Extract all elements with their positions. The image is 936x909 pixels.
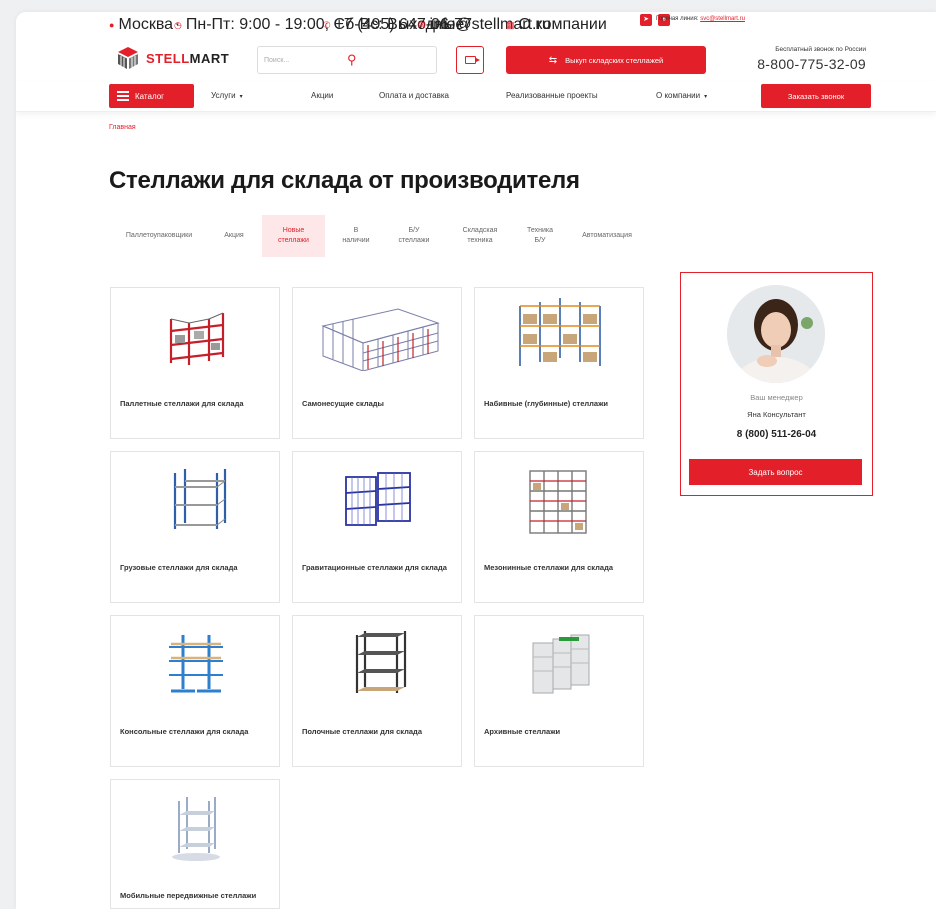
logo-icon [118, 47, 138, 69]
product-card[interactable]: Мобильные передвижные стеллажи [110, 779, 280, 909]
product-card[interactable]: Грузовые стеллажи для склада [110, 451, 280, 603]
topbar-about-text: О компании [518, 16, 607, 33]
order-call-button[interactable]: Заказать звонок [761, 84, 871, 108]
product-card[interactable]: Мезонинные стеллажи для склада [474, 451, 644, 603]
nav-item-promotions[interactable]: Акции [311, 91, 333, 100]
chevron-down-icon: ▾ [704, 94, 708, 100]
product-title: Мезонинные стеллажи для склада [484, 563, 613, 572]
hotline-label: Горячая линия: [656, 16, 699, 22]
product-title: Самонесущие склады [302, 399, 384, 408]
catalog-label: Каталог [135, 91, 165, 101]
manager-name: Яна Консультант [747, 410, 806, 419]
logo[interactable]: STELLMART [116, 46, 229, 70]
gravity-rack-icon [303, 460, 453, 540]
product-title: Гравитационные стеллажи для склада [302, 563, 447, 572]
tab-promo[interactable]: Акция [211, 215, 257, 257]
product-card[interactable]: Набивные (глубинные) стеллажи [474, 287, 644, 439]
tab-automation[interactable]: Автоматизация [567, 215, 647, 257]
manager-role: Ваш менеджер [750, 393, 803, 402]
cargo-rack-icon [121, 460, 271, 540]
product-card[interactable]: Консольные стеллажи для склада [110, 615, 280, 767]
tab-used-equipment[interactable]: Техника Б/У [517, 215, 563, 257]
nav-item-payment-delivery[interactable]: Оплата и доставка [379, 91, 449, 100]
tab-in-stock[interactable]: В наличии [331, 215, 381, 257]
mail-icon: ✉ [418, 19, 426, 30]
ask-question-button[interactable]: Задать вопрос [689, 459, 862, 485]
breadcrumb[interactable]: Главная [109, 124, 136, 131]
manager-card: Ваш менеджер Яна Консультант 8 (800) 511… [680, 272, 873, 496]
cantilever-rack-icon [121, 624, 271, 704]
product-title: Набивные (глубинные) стеллажи [484, 399, 609, 408]
free-call-block: Бесплатный звонок по России 8-800-775-32… [736, 46, 866, 72]
building-icon: ▦ [506, 19, 515, 30]
chevron-down-icon: ▾ [239, 94, 243, 100]
city-selector[interactable]: ● Москва ▾ [109, 16, 179, 34]
hamburger-icon [117, 89, 129, 104]
camera-icon [464, 56, 480, 64]
mezzanine-rack-icon [485, 460, 635, 540]
search-placeholder: Поиск... [264, 56, 290, 64]
search-icon[interactable]: ⚲ [347, 52, 430, 68]
nav-item-services[interactable]: Услуги ▾ [211, 91, 243, 100]
free-call-label: Бесплатный звонок по России [775, 46, 866, 53]
archive-rack-icon [485, 624, 635, 704]
buyout-label: Выкуп складских стеллажей [565, 55, 664, 65]
hotline: Горячая линия: svc@stellmart.ru [656, 16, 745, 22]
product-title: Полочные стеллажи для склада [302, 727, 422, 736]
city-label: Москва [118, 16, 174, 33]
product-title: Мобильные передвижные стеллажи [120, 891, 257, 900]
product-card[interactable]: Гравитационные стеллажи для склада [292, 451, 462, 603]
manager-phone[interactable]: 8 (800) 511-26-04 [681, 429, 872, 440]
product-title: Паллетные стеллажи для склада [120, 399, 244, 408]
free-call-phone[interactable]: 8-800-775-32-09 [736, 56, 866, 72]
telegram-icon[interactable]: ➤ [640, 14, 652, 26]
product-card[interactable]: Полочные стеллажи для склада [292, 615, 462, 767]
drive-in-rack-icon [485, 296, 635, 376]
nav-item-about[interactable]: О компании ▾ [656, 91, 707, 100]
logo-text: STELLMART [146, 50, 230, 66]
page-title: Стеллажи для склада от производителя [109, 167, 580, 194]
mobile-rack-icon [121, 788, 271, 868]
self-supporting-warehouse-icon [303, 296, 453, 376]
phone-icon: ✆ [323, 19, 331, 30]
catalog-button[interactable]: Каталог [109, 84, 194, 108]
product-card[interactable]: Архивные стеллажи [474, 615, 644, 767]
nav-item-projects[interactable]: Реализованные проекты [506, 91, 598, 100]
manager-avatar [727, 285, 825, 383]
tab-warehouse-equipment[interactable]: Складская техника [449, 215, 511, 257]
location-pin-icon: ● [109, 20, 115, 30]
tab-used-racks[interactable]: Б/У стеллажи [385, 215, 443, 257]
tab-new-racks[interactable]: Новые стеллажи [262, 215, 325, 257]
clock-icon: ◷ [174, 19, 182, 30]
product-title: Консольные стеллажи для склада [120, 727, 249, 736]
page: ● Москва ▾ ◷ Пн-Пт: 9:00 - 19:00, Сб-Вс:… [16, 12, 936, 909]
pallet-rack-icon [121, 296, 271, 376]
tab-pallet-wrappers[interactable]: Паллетоупаковщики [109, 215, 209, 257]
exchange-arrows-icon: ⇆ [548, 54, 558, 66]
video-call-button[interactable] [456, 46, 484, 74]
product-title: Грузовые стеллажи для склада [120, 563, 238, 572]
buyout-button[interactable]: ⇆ Выкуп складских стеллажей [506, 46, 706, 74]
topbar-about[interactable]: ▦ О компании [506, 16, 607, 34]
shelf-rack-icon [303, 624, 453, 704]
product-card[interactable]: Самонесущие склады [292, 287, 462, 439]
product-title: Архивные стеллажи [484, 727, 561, 736]
search-input[interactable]: Поиск... ⚲ [257, 46, 437, 74]
product-card[interactable]: Паллетные стеллажи для склада [110, 287, 280, 439]
hotline-email-link[interactable]: svc@stellmart.ru [700, 16, 745, 22]
